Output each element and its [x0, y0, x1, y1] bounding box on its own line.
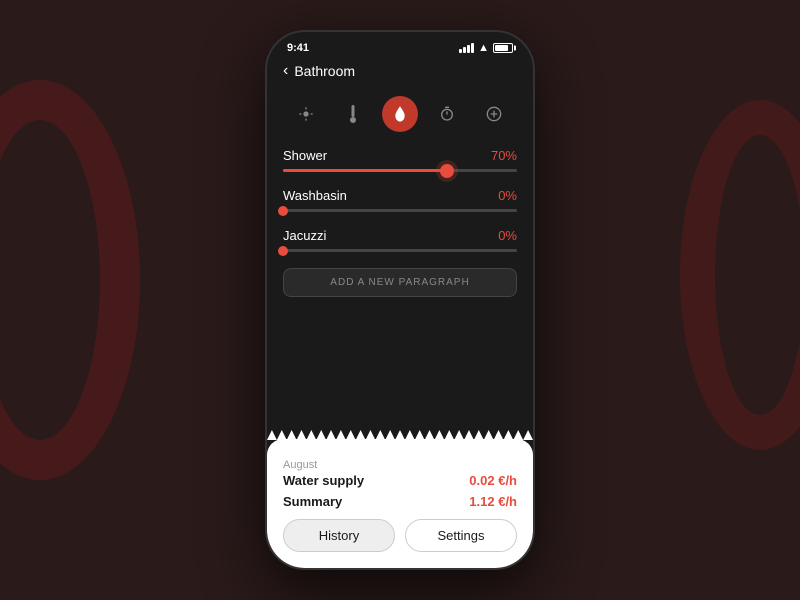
tab-water[interactable] — [382, 96, 418, 132]
receipt-zigzag — [267, 430, 533, 440]
battery-icon — [493, 43, 513, 53]
settings-button[interactable]: Settings — [405, 519, 517, 552]
tab-bar — [267, 88, 533, 140]
tab-timer[interactable] — [429, 96, 465, 132]
navigation: ‹ Bathroom — [267, 58, 533, 88]
jacuzzi-label: Jacuzzi — [283, 228, 326, 243]
washbasin-control: Washbasin 0% — [283, 188, 517, 212]
receipt-month: August — [283, 459, 317, 471]
jacuzzi-value: 0% — [498, 228, 517, 243]
shower-slider[interactable] — [283, 169, 517, 172]
receipt-water-supply-value: 0.02 €/h — [469, 473, 517, 488]
receipt-water-supply-label: Water supply — [283, 473, 364, 488]
controls-section: Shower 70% Washbasin 0% — [267, 140, 533, 313]
history-button[interactable]: History — [283, 519, 395, 552]
bg-decoration-left — [0, 80, 140, 480]
phone-frame: 9:41 ▲ ‹ Bathroom — [265, 30, 535, 570]
receipt-summary-label: Summary — [283, 494, 342, 509]
tab-add[interactable] — [476, 96, 512, 132]
status-icons: ▲ — [459, 42, 513, 54]
shower-control: Shower 70% — [283, 148, 517, 172]
add-paragraph-button[interactable]: ADD A NEW PARAGRAPH — [283, 268, 517, 297]
washbasin-label: Washbasin — [283, 188, 347, 203]
jacuzzi-slider[interactable] — [283, 249, 517, 252]
shower-label: Shower — [283, 148, 327, 163]
status-time: 9:41 — [287, 42, 309, 54]
receipt-actions: History Settings — [283, 519, 517, 552]
tab-light[interactable] — [288, 96, 324, 132]
receipt-water-supply-row: Water supply 0.02 €/h — [283, 473, 517, 488]
jacuzzi-control: Jacuzzi 0% — [283, 228, 517, 252]
washbasin-slider[interactable] — [283, 209, 517, 212]
signal-icon — [459, 43, 474, 53]
receipt-summary-value: 1.12 €/h — [469, 494, 517, 509]
notch — [355, 32, 445, 54]
receipt-panel: August Water supply 0.02 €/h Summary 1.1… — [267, 439, 533, 568]
receipt-summary-row: Summary 1.12 €/h — [283, 494, 517, 509]
shower-value: 70% — [491, 148, 517, 163]
tab-temperature[interactable] — [335, 96, 371, 132]
washbasin-value: 0% — [498, 188, 517, 203]
back-button[interactable]: ‹ — [283, 62, 288, 80]
nav-title: Bathroom — [294, 63, 355, 79]
wifi-icon: ▲ — [478, 42, 489, 54]
bg-decoration-right — [680, 100, 800, 450]
